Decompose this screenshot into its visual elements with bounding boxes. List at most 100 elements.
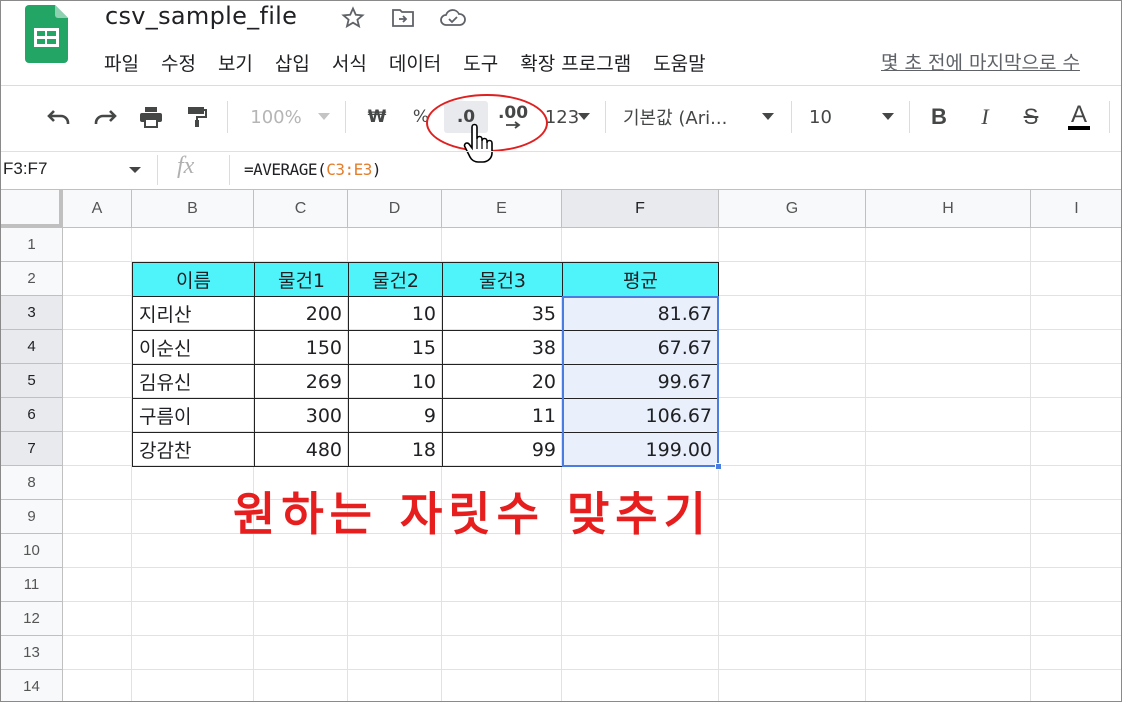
table-cell[interactable]: 15	[348, 330, 443, 365]
menu-bar: 파일 수정 보기 삽입 서식 데이터 도구 확장 프로그램 도움말	[104, 48, 728, 76]
chevron-down-icon[interactable]	[317, 101, 331, 133]
menu-data[interactable]: 데이터	[389, 49, 441, 76]
menu-format[interactable]: 서식	[332, 49, 367, 76]
row-header-10[interactable]: 10	[1, 534, 63, 568]
font-family-select[interactable]: 기본값 (Ari...	[623, 101, 749, 133]
table-cell-average[interactable]: 67.67	[562, 330, 719, 365]
formula-suffix: )	[371, 160, 382, 179]
column-header-h[interactable]: H	[866, 190, 1031, 228]
row-header-2[interactable]: 2	[1, 262, 63, 296]
app-window: csv_sample_file 파일 수정 보기 삽입 서식 데이터 도구 확장…	[0, 0, 1122, 702]
table-cell-average[interactable]: 106.67	[562, 398, 719, 433]
more-formats-button[interactable]: 123	[545, 101, 579, 133]
toolbar-separator	[605, 101, 606, 133]
toolbar-separator	[1109, 101, 1110, 133]
currency-format-button[interactable]: ₩	[361, 101, 393, 133]
row-header-9[interactable]: 9	[1, 500, 63, 534]
menu-extensions[interactable]: 확장 프로그램	[520, 49, 631, 76]
table-cell-average[interactable]: 99.67	[562, 364, 719, 399]
table-cell[interactable]: 200	[254, 296, 349, 331]
formula-range: C3:E3	[326, 160, 372, 179]
chevron-down-icon[interactable]	[577, 101, 591, 133]
column-header-g[interactable]: G	[719, 190, 866, 228]
row-header-13[interactable]: 13	[1, 636, 63, 670]
column-header-b[interactable]: B	[132, 190, 254, 228]
table-cell[interactable]: 10	[348, 364, 443, 399]
table-cell[interactable]: 300	[254, 398, 349, 433]
row-header-8[interactable]: 8	[1, 466, 63, 500]
menu-tools[interactable]: 도구	[463, 49, 498, 76]
table-header-item2[interactable]: 물건2	[348, 262, 443, 297]
menu-file[interactable]: 파일	[104, 49, 139, 76]
table-cell-average[interactable]: 81.67	[562, 296, 719, 331]
row-header-7[interactable]: 7	[1, 432, 63, 466]
chevron-down-icon[interactable]	[881, 101, 895, 133]
table-cell[interactable]: 38	[442, 330, 563, 365]
star-icon[interactable]	[339, 5, 367, 31]
divider	[1, 85, 1121, 86]
row-header-14[interactable]: 14	[1, 670, 63, 701]
bold-button[interactable]: B	[923, 101, 955, 133]
menu-help[interactable]: 도움말	[653, 49, 705, 76]
table-cell[interactable]: 10	[348, 296, 443, 331]
table-cell-name[interactable]: 이순신	[132, 330, 255, 365]
table-header-item3[interactable]: 물건3	[442, 262, 563, 297]
chevron-down-icon[interactable]	[761, 101, 775, 133]
print-icon[interactable]	[135, 101, 167, 133]
font-size-select[interactable]: 10	[809, 101, 849, 133]
table-cell[interactable]: 269	[254, 364, 349, 399]
undo-icon[interactable]	[43, 101, 75, 133]
formula-input[interactable]: =AVERAGE(C3:E3)	[244, 160, 382, 179]
table-cell[interactable]: 99	[442, 432, 563, 467]
row-header-6[interactable]: 6	[1, 398, 63, 432]
menu-insert[interactable]: 삽입	[275, 49, 310, 76]
row-header-3[interactable]: 3	[1, 296, 63, 330]
column-header-f[interactable]: F	[562, 190, 719, 228]
text-color-button[interactable]: A	[1061, 101, 1097, 133]
redo-icon[interactable]	[89, 101, 121, 133]
column-header-d[interactable]: D	[348, 190, 442, 228]
table-cell-name[interactable]: 구름이	[132, 398, 255, 433]
table-cell[interactable]: 20	[442, 364, 563, 399]
select-all-corner[interactable]	[1, 190, 63, 228]
last-edit-link[interactable]: 몇 초 전에 마지막으로 수	[881, 48, 1080, 75]
column-header-e[interactable]: E	[442, 190, 562, 228]
table-cell[interactable]: 18	[348, 432, 443, 467]
name-box[interactable]: F3:F7	[3, 159, 47, 179]
menu-edit[interactable]: 수정	[161, 49, 196, 76]
menu-view[interactable]: 보기	[218, 49, 253, 76]
table-cell-average[interactable]: 199.00	[562, 432, 719, 467]
row-header-12[interactable]: 12	[1, 602, 63, 636]
table-cell[interactable]: 11	[442, 398, 563, 433]
table-cell[interactable]: 35	[442, 296, 563, 331]
sheets-logo-icon[interactable]	[25, 5, 68, 63]
italic-button[interactable]: I	[969, 101, 1001, 133]
zoom-select[interactable]: 100%	[249, 101, 303, 133]
toolbar: 100% ₩ % .0 .00 123 기본값 (Ari... 10 B I S	[1, 93, 1121, 141]
column-header-c[interactable]: C	[254, 190, 348, 228]
table-cell-name[interactable]: 지리산	[132, 296, 255, 331]
row-header-1[interactable]: 1	[1, 228, 63, 262]
table-header-name[interactable]: 이름	[132, 262, 255, 297]
move-to-folder-icon[interactable]	[389, 5, 417, 31]
row-header-11[interactable]: 11	[1, 568, 63, 602]
chevron-down-icon[interactable]	[129, 167, 141, 173]
hand-cursor-icon	[463, 123, 493, 163]
table-header-average[interactable]: 평균	[562, 262, 719, 297]
column-header-i[interactable]: I	[1031, 190, 1121, 228]
paint-format-icon[interactable]	[181, 101, 213, 133]
table-header-item1[interactable]: 물건1	[254, 262, 349, 297]
toolbar-separator	[791, 101, 792, 133]
table-cell[interactable]: 480	[254, 432, 349, 467]
row-header-5[interactable]: 5	[1, 364, 63, 398]
cloud-saved-icon[interactable]	[439, 5, 467, 31]
row-header-4[interactable]: 4	[1, 330, 63, 364]
column-header-a[interactable]: A	[63, 190, 132, 228]
table-cell[interactable]: 9	[348, 398, 443, 433]
table-cell-name[interactable]: 김유신	[132, 364, 255, 399]
strikethrough-button[interactable]: S	[1015, 101, 1047, 133]
table-cell-name[interactable]: 강감찬	[132, 432, 255, 467]
document-title[interactable]: csv_sample_file	[105, 2, 297, 30]
table-cell[interactable]: 150	[254, 330, 349, 365]
fill-handle[interactable]	[715, 463, 722, 470]
